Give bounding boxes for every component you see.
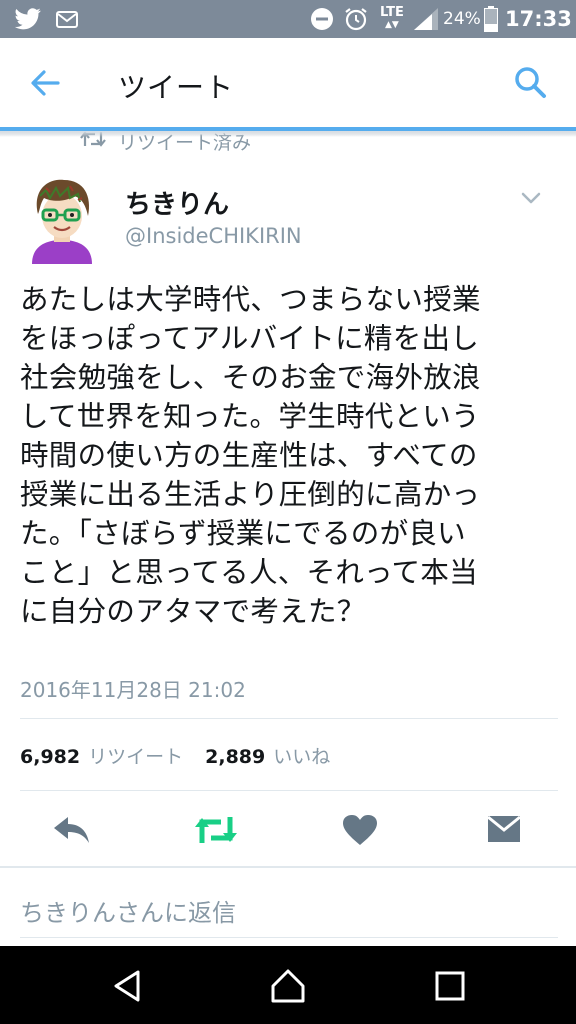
avatar[interactable]	[26, 176, 98, 264]
app-bar	[0, 38, 576, 130]
twitter-icon	[14, 0, 42, 38]
clock: 17:33	[505, 7, 572, 31]
search-icon[interactable]	[512, 64, 548, 100]
tweet-timestamp: 2016年11月28日 21:02	[20, 678, 246, 702]
page-title: ツイート	[118, 71, 235, 104]
battery-icon	[484, 0, 498, 38]
signal-icon	[413, 0, 439, 38]
author-handle[interactable]: @InsideCHIKIRIN	[125, 224, 302, 248]
do-not-disturb-icon	[310, 0, 334, 38]
back-triangle-icon[interactable]	[108, 966, 148, 1006]
mail-notification-icon	[56, 0, 78, 38]
network-type: LTE ▲▼	[380, 5, 404, 30]
header-shadow-overlay	[0, 131, 576, 137]
battery-percent: 24%	[443, 9, 481, 29]
tweet-stats: 6,982 リツイート 2,889 いいね	[20, 742, 330, 769]
divider	[20, 718, 558, 719]
like-count[interactable]: 2,889	[205, 746, 265, 768]
home-icon[interactable]	[268, 966, 308, 1006]
direct-message-icon[interactable]	[482, 808, 526, 852]
tweet-text: あたしは大学時代、つまらない授業 をほっぽってアルバイトに精を出し 社会勉強をし…	[20, 283, 481, 628]
recents-icon[interactable]	[430, 966, 470, 1006]
author-name[interactable]: ちきりん	[125, 184, 229, 221]
reply-input[interactable]: ちきりんさんに返信	[20, 893, 236, 928]
reply-icon[interactable]	[50, 808, 94, 852]
arrow-left-icon[interactable]	[28, 66, 62, 100]
status-bar: LTE ▲▼ 24% 17:33	[0, 0, 576, 38]
divider	[0, 866, 576, 868]
alarm-icon	[343, 0, 369, 38]
retweet-icon[interactable]	[194, 808, 238, 852]
divider	[20, 790, 558, 791]
heart-icon[interactable]	[338, 808, 382, 852]
like-count-label: いいね	[273, 746, 331, 768]
chevron-down-icon[interactable]	[520, 188, 542, 208]
reply-input-underline	[20, 937, 558, 938]
retweet-count-label: リツイート	[88, 746, 184, 768]
retweet-count[interactable]: 6,982	[20, 746, 80, 768]
